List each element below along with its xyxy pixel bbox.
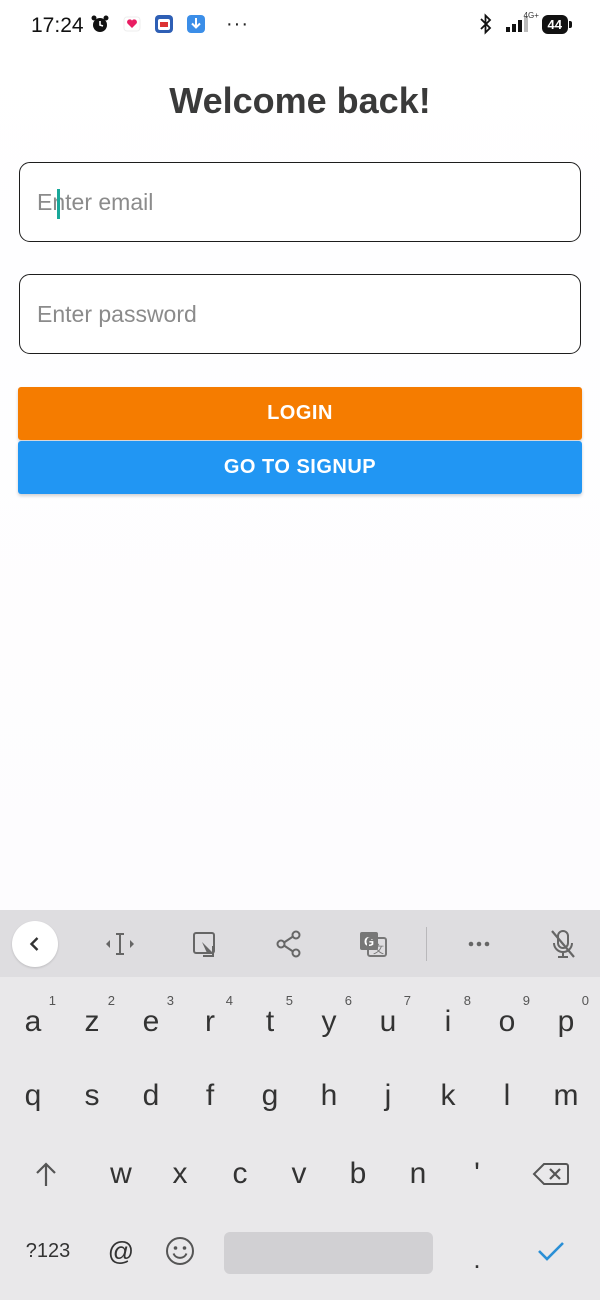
shift-key[interactable] bbox=[17, 1143, 75, 1205]
key-hint: 3 bbox=[166, 993, 174, 1008]
at-key[interactable]: @ bbox=[92, 1220, 150, 1282]
done-key[interactable] bbox=[522, 1220, 580, 1282]
key-letter: e bbox=[142, 1005, 160, 1038]
mic-off-icon[interactable] bbox=[541, 922, 585, 966]
login-button[interactable]: LOGIN bbox=[18, 387, 582, 440]
key-apostrophe[interactable]: ' bbox=[448, 1143, 506, 1205]
key-p[interactable]: p0 bbox=[537, 991, 595, 1053]
key-w[interactable]: w bbox=[92, 1143, 150, 1205]
status-time: 17:24 bbox=[31, 14, 84, 37]
key-j[interactable]: j bbox=[359, 1065, 417, 1127]
key-hint: 2 bbox=[107, 993, 115, 1008]
key-d[interactable]: d bbox=[122, 1065, 180, 1127]
status-bar: 17:24 ··· 4G+ 44 bbox=[0, 0, 600, 54]
signal-icon: 4G+ bbox=[504, 11, 539, 34]
key-f[interactable]: f bbox=[181, 1065, 239, 1127]
key-s[interactable]: s bbox=[63, 1065, 121, 1127]
key-letter: u bbox=[379, 1005, 397, 1038]
key-t[interactable]: t5 bbox=[241, 991, 299, 1053]
share-icon[interactable] bbox=[267, 922, 311, 966]
key-letter: i bbox=[444, 1005, 452, 1038]
space-bar[interactable] bbox=[224, 1232, 433, 1274]
key-hint: 7 bbox=[403, 993, 411, 1008]
key-hint: 4 bbox=[225, 993, 233, 1008]
key-o[interactable]: o9 bbox=[478, 991, 536, 1053]
key-letter: o bbox=[498, 1005, 516, 1038]
key-hint: 9 bbox=[522, 993, 530, 1008]
soft-keyboard: G文 a1 z2 e3 r4 t5 y6 u7 i8 o9 p0 q s d f… bbox=[0, 910, 600, 1300]
emoji-key[interactable] bbox=[151, 1220, 209, 1282]
smiley-icon bbox=[166, 1237, 194, 1265]
password-field[interactable] bbox=[20, 299, 580, 329]
calendar-app-icon bbox=[154, 14, 174, 34]
text-caret bbox=[57, 189, 60, 219]
more-notifications-icon: ··· bbox=[226, 13, 249, 35]
key-letter: r bbox=[205, 1005, 215, 1038]
key-l[interactable]: l bbox=[478, 1065, 536, 1127]
checkmark-icon bbox=[538, 1242, 564, 1261]
email-field-container[interactable] bbox=[19, 162, 581, 242]
key-g[interactable]: g bbox=[241, 1065, 299, 1127]
system-icons: 4G+ 44 bbox=[476, 11, 573, 35]
key-letter: p bbox=[557, 1005, 575, 1038]
key-hint: 0 bbox=[581, 993, 589, 1008]
key-v[interactable]: v bbox=[270, 1143, 328, 1205]
key-z[interactable]: z2 bbox=[63, 991, 121, 1053]
email-field[interactable] bbox=[20, 187, 580, 217]
clipboard-icon[interactable] bbox=[183, 922, 227, 966]
backspace-key[interactable] bbox=[522, 1143, 580, 1205]
key-u[interactable]: u7 bbox=[359, 991, 417, 1053]
download-app-icon bbox=[186, 14, 206, 34]
translate-icon[interactable]: G文 bbox=[351, 922, 395, 966]
alarm-clock-icon bbox=[90, 14, 110, 34]
more-icon[interactable] bbox=[457, 922, 501, 966]
key-hint: 6 bbox=[344, 993, 352, 1008]
notification-icons: ··· bbox=[90, 14, 249, 34]
key-b[interactable]: b bbox=[329, 1143, 387, 1205]
bluetooth-icon bbox=[476, 13, 496, 35]
key-hint: 8 bbox=[463, 993, 471, 1008]
backspace-icon bbox=[532, 1163, 569, 1185]
key-hint: 5 bbox=[285, 993, 293, 1008]
go-to-signup-button[interactable]: GO TO SIGNUP bbox=[18, 441, 582, 494]
key-k[interactable]: k bbox=[419, 1065, 477, 1127]
key-letter: a bbox=[24, 1005, 42, 1038]
key-x[interactable]: x bbox=[151, 1143, 209, 1205]
toolbar-divider bbox=[426, 927, 427, 961]
shift-arrow-icon bbox=[36, 1162, 56, 1186]
key-letter: t bbox=[265, 1005, 275, 1038]
heart-notification-icon bbox=[122, 14, 142, 34]
key-c[interactable]: c bbox=[211, 1143, 269, 1205]
key-y[interactable]: y6 bbox=[300, 991, 358, 1053]
battery-indicator: 44 bbox=[541, 14, 573, 34]
password-field-container[interactable] bbox=[19, 274, 581, 354]
key-letter: z bbox=[84, 1005, 100, 1038]
page-title: Welcome back! bbox=[169, 80, 431, 121]
key-m[interactable]: m bbox=[537, 1065, 595, 1127]
back-chevron-icon[interactable] bbox=[12, 921, 58, 967]
key-i[interactable]: i8 bbox=[419, 991, 477, 1053]
key-a[interactable]: a1 bbox=[4, 991, 62, 1053]
cursor-move-icon[interactable] bbox=[98, 922, 142, 966]
key-h[interactable]: h bbox=[300, 1065, 358, 1127]
period-key[interactable]: . bbox=[448, 1228, 506, 1290]
svg-text:文: 文 bbox=[373, 942, 384, 956]
key-e[interactable]: e3 bbox=[122, 991, 180, 1053]
key-r[interactable]: r4 bbox=[181, 991, 239, 1053]
key-n[interactable]: n bbox=[389, 1143, 447, 1205]
keyboard-toolbar: G文 bbox=[0, 910, 600, 977]
network-type: 4G+ bbox=[523, 11, 539, 20]
symbols-key[interactable]: ?123 bbox=[16, 1220, 80, 1282]
key-hint: 1 bbox=[48, 993, 56, 1008]
key-q[interactable]: q bbox=[4, 1065, 62, 1127]
key-letter: y bbox=[321, 1005, 337, 1038]
